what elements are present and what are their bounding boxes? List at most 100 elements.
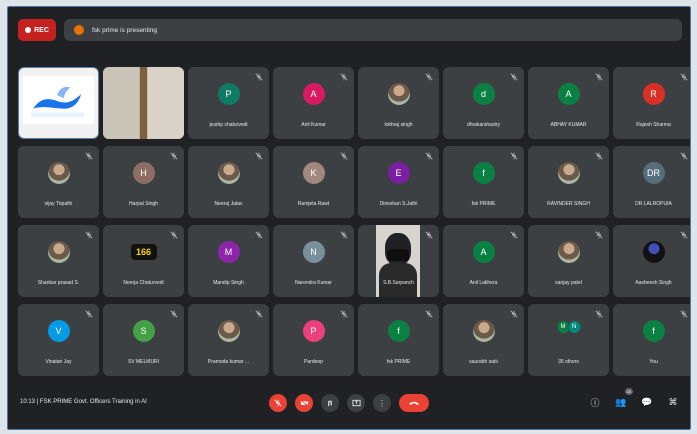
muted-mic-icon	[340, 152, 348, 160]
participant-name: ABHAY KUMAR	[550, 122, 587, 128]
meeting-info: 10:13 | FSK PRIME Govt. Officers Trainin…	[20, 399, 147, 405]
participant-tile[interactable]: Ppushp chaturvedi	[188, 67, 269, 139]
avatar: A	[472, 241, 495, 264]
camera-off-button[interactable]	[295, 394, 313, 412]
avatar	[217, 162, 240, 185]
people-icon: 👥	[615, 396, 627, 407]
participant-tile[interactable]: sanjay patel	[528, 225, 609, 297]
participant-tile[interactable]: A Anil Lakhera	[443, 225, 524, 297]
participant-tile[interactable]: S SV MELMURI	[103, 304, 184, 376]
avatar	[217, 320, 240, 343]
top-status-bar: REC fsk prime is presenting	[18, 16, 682, 44]
participant-tile[interactable]: E Dineshan S.Jathi	[358, 146, 439, 218]
participant-tile[interactable]: RAVINDER SINGH	[528, 146, 609, 218]
participant-tile[interactable]: H Harpal Singh	[103, 146, 184, 218]
participant-tile[interactable]: DR DR LALROPUIA	[613, 146, 690, 218]
info-icon: ⓘ	[590, 397, 600, 408]
avatar: N	[302, 241, 325, 264]
participant-tile[interactable]: M N 35 others	[528, 304, 609, 376]
more-options-button[interactable]: ⋮	[373, 394, 391, 412]
participant-name: Dineshan S.Jathi	[379, 201, 418, 207]
participant-tile[interactable]: Aasheesh Singh	[613, 225, 690, 297]
muted-mic-icon	[85, 152, 93, 160]
participant-name: You	[649, 359, 658, 365]
avatar: K	[302, 162, 325, 185]
participant-tile[interactable]: S.B.Sarpanch	[358, 225, 439, 297]
participant-tile[interactable]: saurabh sabi	[443, 304, 524, 376]
participant-tile[interactable]: M Mandip Singh	[188, 225, 269, 297]
participant-count-badge: 35	[624, 388, 633, 395]
participant-tile[interactable]: lokhraj singh	[358, 67, 439, 139]
avatar	[472, 320, 495, 343]
participant-name: Aasheesh Singh	[635, 280, 672, 286]
avatar: f	[387, 320, 410, 343]
participant-tile[interactable]: V Vinatan Jay	[18, 304, 99, 376]
muted-mic-icon	[595, 231, 603, 239]
info-button[interactable]: ⓘ	[588, 395, 602, 409]
participant-tile[interactable]: d dhrakarshastry	[443, 67, 524, 139]
people-button[interactable]: 👥 35	[614, 388, 633, 409]
muted-mic-icon	[85, 310, 93, 318]
avatar: E	[387, 162, 410, 185]
muted-mic-icon	[680, 152, 688, 160]
avatar: f	[642, 320, 665, 343]
participant-name: pushp chaturvedi	[209, 122, 248, 128]
muted-mic-icon	[255, 73, 263, 81]
muted-mic-icon	[595, 152, 603, 160]
muted-mic-icon	[425, 310, 433, 318]
chat-icon: 💬	[641, 396, 653, 407]
others-avatar-group: MN	[556, 320, 581, 335]
avatar: A	[302, 83, 325, 106]
avatar	[557, 162, 580, 185]
mic-off-button[interactable]	[269, 394, 287, 412]
participant-tile[interactable]: f fsk PRIME	[443, 146, 524, 218]
side-tools: ⓘ 👥 35 💬 ⌘	[588, 388, 680, 409]
participant-name: vijay Tripathi	[44, 201, 73, 207]
presenting-text: fsk prime is presenting	[92, 26, 158, 34]
participant-name: Narendra Kumar	[295, 280, 332, 286]
muted-mic-icon	[170, 231, 178, 239]
chat-button[interactable]: 💬	[640, 395, 654, 409]
participant-tile[interactable]: 166 Neerja Chaturvedi	[103, 225, 184, 297]
muted-mic-icon	[340, 73, 348, 81]
muted-mic-icon	[510, 152, 518, 160]
participant-tile[interactable]: f fsk PRIME	[358, 304, 439, 376]
presentation-banner: fsk prime is presenting	[64, 19, 682, 41]
participant-name: RAVINDER SINGH	[547, 201, 590, 207]
avatar: P	[217, 83, 240, 106]
camera-room-feed	[103, 67, 184, 139]
participant-name: Neeraj Jatav	[214, 201, 243, 207]
leave-call-button[interactable]	[399, 394, 429, 412]
avatar	[642, 241, 665, 264]
live-video-person	[376, 225, 420, 297]
avatar: A	[557, 83, 580, 106]
more-vertical-icon: ⋮	[378, 398, 386, 408]
participant-tile[interactable]: vijay Tripathi	[18, 146, 99, 218]
participant-tile[interactable]: Neeraj Jatav	[188, 146, 269, 218]
participant-name: Anil Kumar	[301, 122, 326, 128]
participant-tile[interactable]	[103, 67, 184, 139]
avatar: f	[472, 162, 495, 185]
participant-tile[interactable]: Shankar prasad S.	[18, 225, 99, 297]
muted-mic-icon	[425, 231, 433, 239]
meeting-time: 10:13	[20, 399, 36, 405]
activities-button[interactable]: ⌘	[666, 395, 680, 409]
participant-name: fsk PRIME	[471, 201, 496, 207]
participant-tile[interactable]	[18, 67, 99, 139]
muted-mic-icon	[510, 231, 518, 239]
raise-hand-button[interactable]	[321, 394, 339, 412]
participant-tile[interactable]: N Narendra Kumar	[273, 225, 354, 297]
participant-tile[interactable]: Pramoda kumar ...	[188, 304, 269, 376]
participant-name: lokhraj singh	[384, 122, 413, 128]
muted-mic-icon	[255, 152, 263, 160]
muted-mic-icon	[170, 152, 178, 160]
participant-tile[interactable]: P Pardeep	[273, 304, 354, 376]
participant-tile[interactable]: R Rajesh Sharma	[613, 67, 690, 139]
participant-tile[interactable]: f You	[613, 304, 690, 376]
participant-name: SV MELMURI	[127, 359, 160, 365]
participant-tile[interactable]: A ABHAY KUMAR	[528, 67, 609, 139]
present-button[interactable]	[347, 394, 365, 412]
participant-tile[interactable]: K Ramjeta Rawt	[273, 146, 354, 218]
participant-tile[interactable]: A Anil Kumar	[273, 67, 354, 139]
avatar: N	[567, 320, 581, 335]
